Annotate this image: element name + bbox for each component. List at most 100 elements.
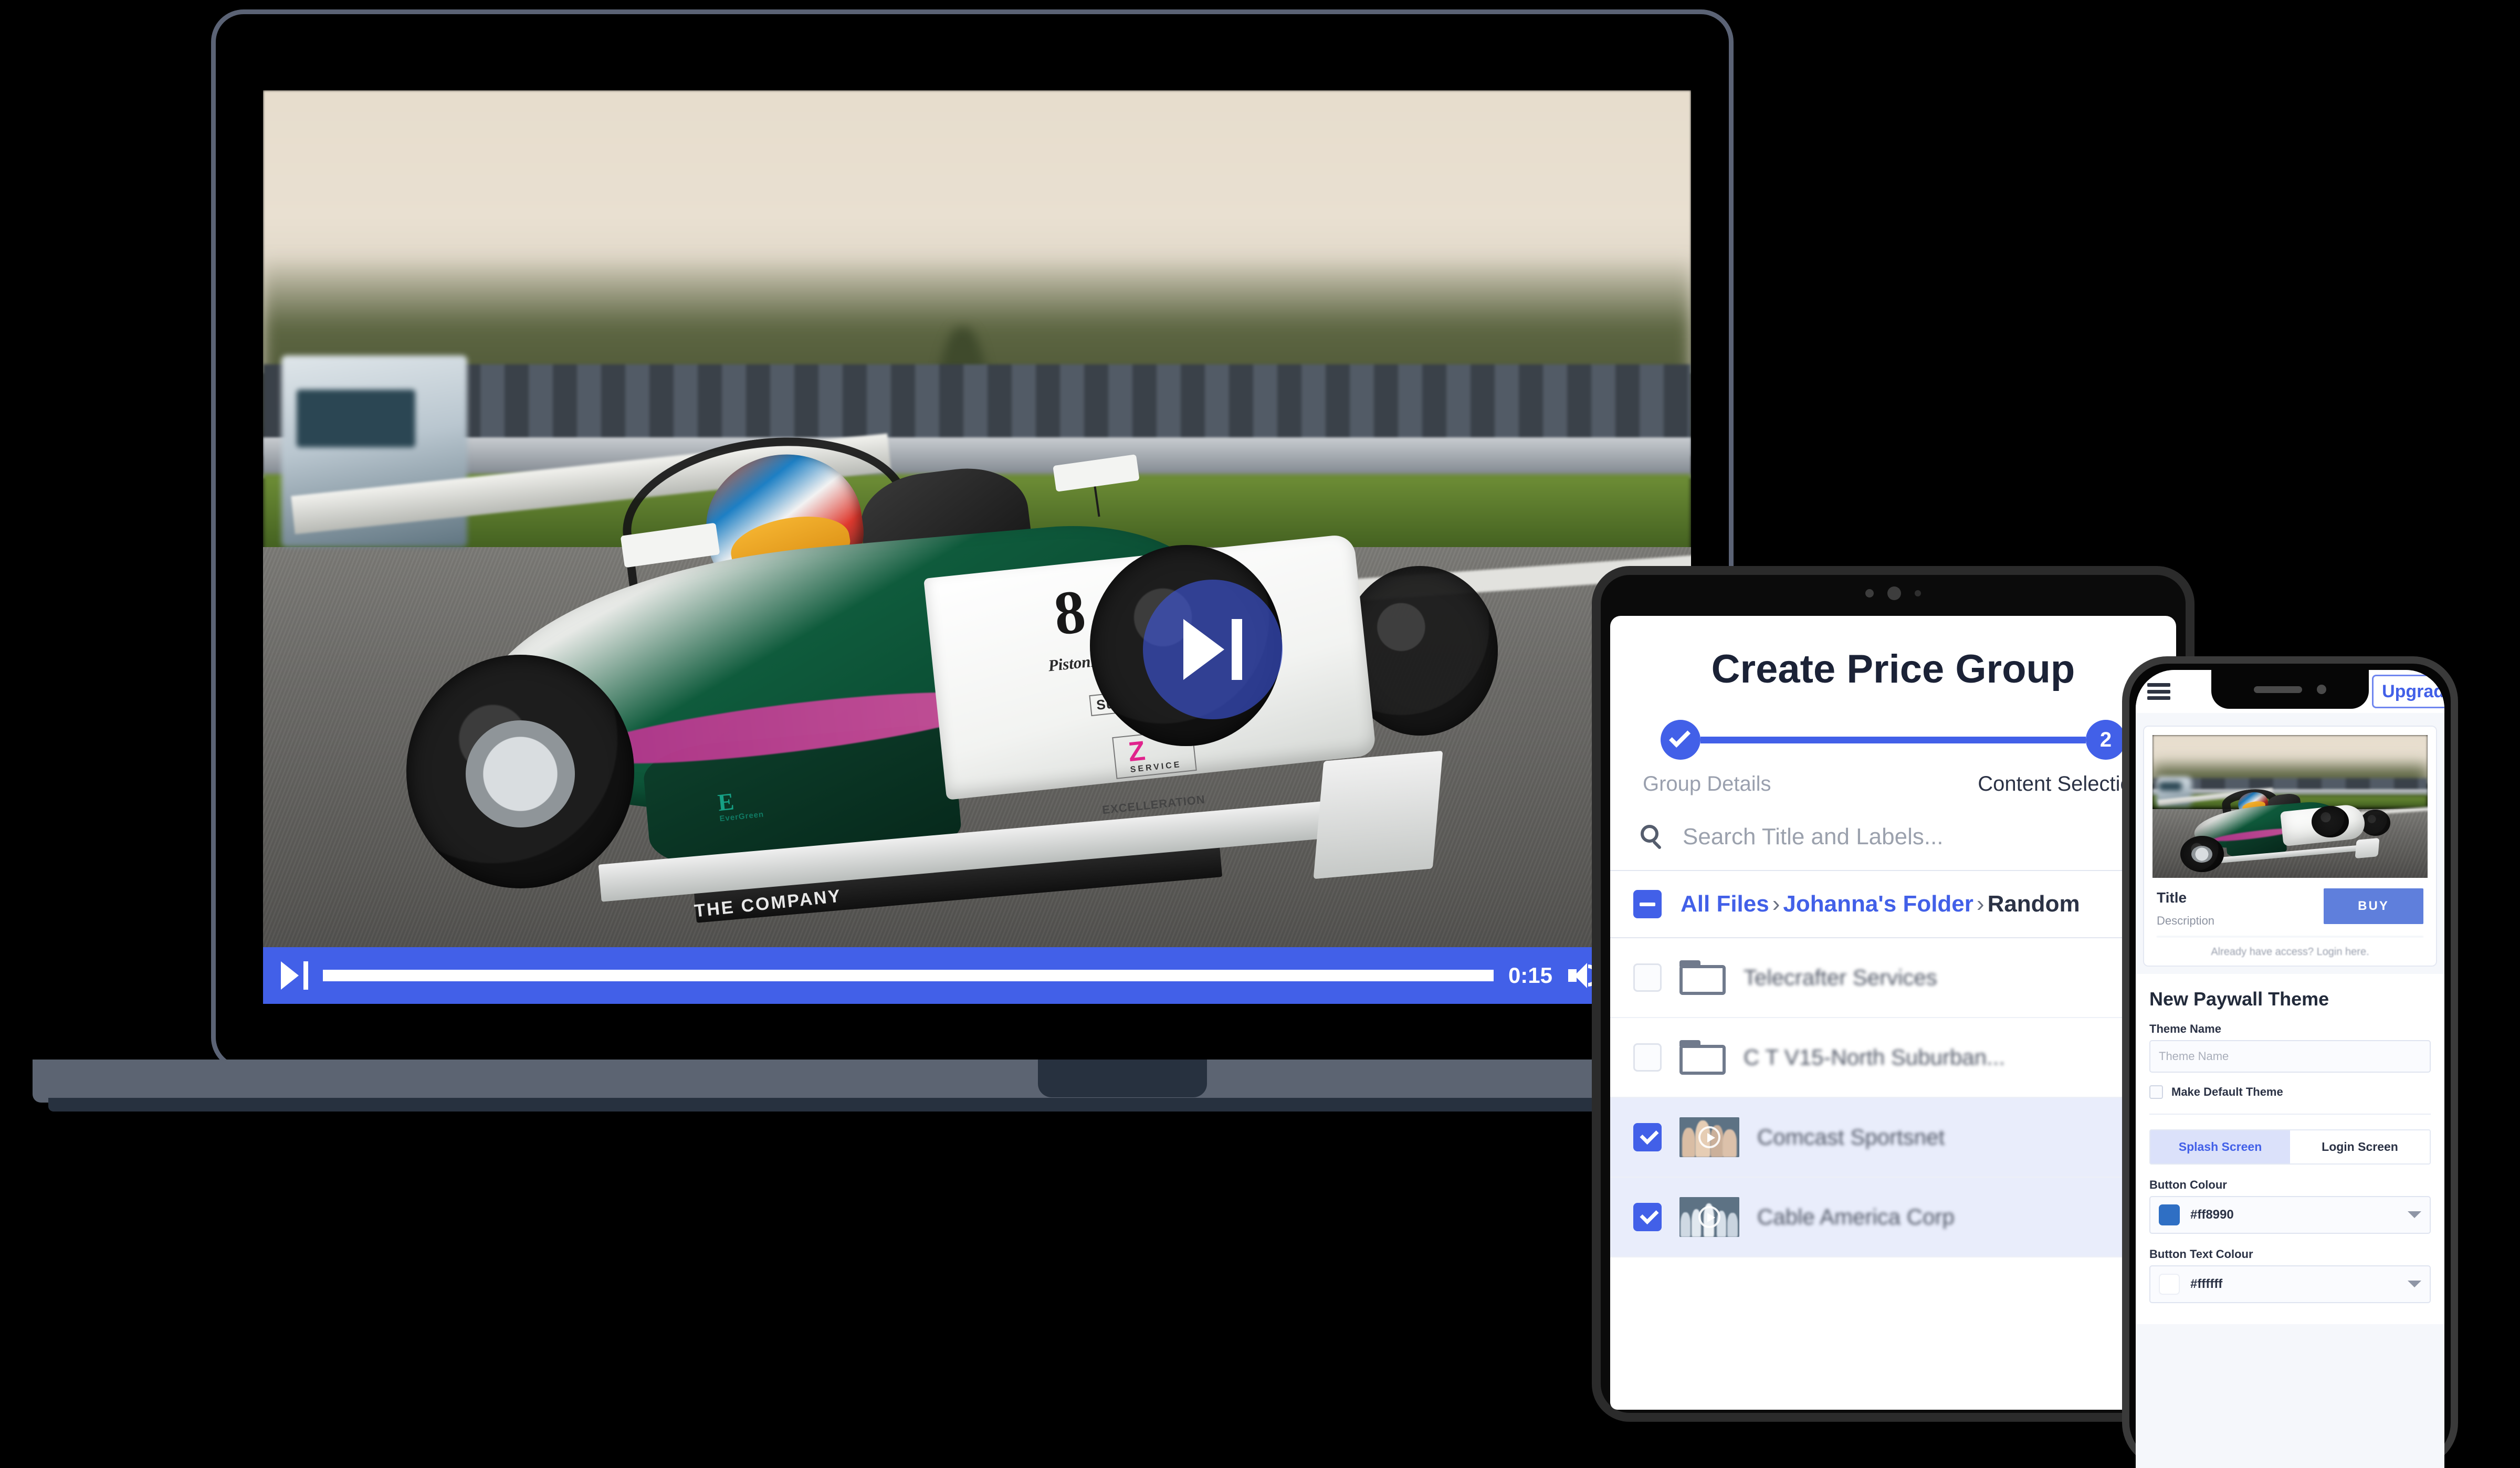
player-play-button[interactable] <box>281 961 308 990</box>
make-default-theme-row[interactable]: Make Default Theme <box>2149 1085 2431 1099</box>
file-name: C T V15-North Suburban... <box>1744 1045 2006 1069</box>
search-bar[interactable]: Search Title and Labels... <box>1610 794 2176 870</box>
step-2-label: Content Selection <box>1978 772 2144 795</box>
race-car: 8 PistonRingsGroup Sumptuous Z SERVICE E… <box>334 422 1534 958</box>
stepper-labels: Group Details Content Selection <box>1610 760 2176 794</box>
car-number: 8 <box>1051 576 1089 649</box>
sponsor-evergreen-logo: E <box>716 788 736 816</box>
button-text-colour-value: #ffffff <box>2190 1276 2223 1291</box>
table-row[interactable]: Comcast Sportsnet <box>1610 1098 2176 1178</box>
tablet-camera-cluster <box>1865 586 1921 600</box>
screen-type-tabs: Splash Screen Login Screen <box>2149 1129 2431 1165</box>
sensor-icon <box>1865 589 1874 597</box>
hamburger-menu-icon[interactable] <box>2147 683 2170 700</box>
phone-device: Upgrade <box>2122 656 2458 1468</box>
wizard-stepper: 2 <box>1610 720 2176 760</box>
tab-splash-screen[interactable]: Splash Screen <box>2150 1130 2290 1163</box>
laptop-screen: 8 PistonRingsGroup Sumptuous Z SERVICE E… <box>263 90 1691 1004</box>
make-default-checkbox[interactable] <box>2149 1085 2163 1099</box>
skip-next-icon <box>1183 619 1242 680</box>
stepper-connector <box>1700 736 2086 743</box>
button-text-colour-select[interactable]: #ffffff <box>2149 1265 2431 1303</box>
search-icon <box>1641 825 1665 850</box>
front-camera-icon <box>2317 685 2326 694</box>
race-car <box>2166 786 2397 873</box>
theme-name-input[interactable]: Theme Name <box>2149 1040 2431 1073</box>
button-colour-select[interactable]: #ff8990 <box>2149 1196 2431 1234</box>
paywall-preview-card: Title Description BUY Already have acces… <box>2143 726 2437 967</box>
colour-swatch <box>2159 1204 2180 1225</box>
table-row[interactable]: Cable America Corp <box>1610 1178 2176 1257</box>
row-checkbox[interactable] <box>1633 1043 1662 1072</box>
file-name: Comcast Sportsnet <box>1757 1125 1945 1149</box>
table-row[interactable]: C T V15-North Suburban... <box>1610 1018 2176 1098</box>
button-colour-value: #ff8990 <box>2190 1207 2234 1222</box>
button-text-colour-label: Button Text Colour <box>2149 1247 2253 1261</box>
theme-name-label: Theme Name <box>2149 1022 2221 1035</box>
video-progress-bar[interactable] <box>323 970 1494 981</box>
tablet-device: Create Price Group 2 Group Details Conte… <box>1592 566 2198 1422</box>
folder-icon <box>1679 960 1726 995</box>
skip-next-icon <box>281 961 308 990</box>
button-colour-label: Button Colour <box>2149 1178 2227 1191</box>
upgrade-button[interactable]: Upgrade <box>2372 675 2444 708</box>
camera-icon <box>1887 586 1901 600</box>
sponsor-evergreen: E EverGreen <box>717 787 764 823</box>
earpiece-speaker <box>2254 686 2302 693</box>
step-1-label: Group Details <box>1643 772 1771 795</box>
play-icon <box>1698 1206 1720 1228</box>
form-heading: New Paywall Theme <box>2149 988 2329 1010</box>
breadcrumb: All Files › Johanna's Folder › Random <box>1681 893 2080 916</box>
paywall-login-prompt[interactable]: Already have access? Login here. <box>2157 936 2423 957</box>
make-default-label: Make Default Theme <box>2171 1085 2283 1098</box>
breadcrumb-row: All Files › Johanna's Folder › Random <box>1610 870 2176 938</box>
video-play-overlay-button[interactable] <box>1143 580 1283 719</box>
breadcrumb-separator: › <box>1976 891 1984 917</box>
row-checkbox[interactable] <box>1633 1123 1662 1151</box>
file-name: Telecrafter Services <box>1744 965 1937 990</box>
video-player-controls: 0:15 <box>263 947 1691 1004</box>
laptop-base-notch <box>1038 1060 1207 1097</box>
video-progress-fill <box>323 970 1494 981</box>
video-frame-image <box>2152 735 2428 878</box>
promo-device-mockup: 8 PistonRingsGroup Sumptuous Z SERVICE E… <box>0 0 2520 1468</box>
phone-app-body: Title Description BUY Already have acces… <box>2136 713 2444 1468</box>
check-icon <box>1669 726 1691 748</box>
paywall-preview-image <box>2152 735 2428 878</box>
select-all-checkbox[interactable] <box>1633 890 1662 918</box>
row-checkbox[interactable] <box>1633 963 1662 992</box>
breadcrumb-separator: › <box>1772 891 1780 917</box>
new-paywall-theme-form: New Paywall Theme Theme Name Theme Name … <box>2136 973 2444 1324</box>
mirror <box>1053 454 1140 492</box>
chevron-down-icon[interactable] <box>2408 1211 2421 1219</box>
video-thumbnail <box>1679 1197 1739 1237</box>
phone-screen: Upgrade <box>2136 670 2444 1468</box>
page-title: Create Price Group <box>1711 647 2075 691</box>
tablet-screen: Create Price Group 2 Group Details Conte… <box>1610 616 2176 1410</box>
step-2-active[interactable]: 2 <box>2086 720 2126 760</box>
wing-endplate <box>1313 751 1443 879</box>
chevron-down-icon[interactable] <box>2408 1281 2421 1288</box>
row-checkbox[interactable] <box>1633 1203 1662 1231</box>
paywall-description: Description <box>2157 914 2215 928</box>
tab-login-screen[interactable]: Login Screen <box>2290 1130 2430 1163</box>
laptop-device: 8 PistonRingsGroup Sumptuous Z SERVICE E… <box>33 9 1913 1112</box>
buy-button[interactable]: BUY <box>2324 888 2423 924</box>
step-1-complete[interactable] <box>1661 720 1700 760</box>
paywall-text-block: Title Description <box>2157 888 2214 929</box>
table-row[interactable]: Telecrafter Services <box>1610 938 2176 1018</box>
front-left-wheel <box>406 655 635 888</box>
search-input-placeholder[interactable]: Search Title and Labels... <box>1683 825 1944 848</box>
phone-notch <box>2211 670 2369 709</box>
sensor-icon <box>1915 590 1921 596</box>
folder-icon <box>1679 1040 1726 1075</box>
colour-swatch <box>2159 1273 2180 1295</box>
video-frame-image: 8 PistonRingsGroup Sumptuous Z SERVICE E… <box>263 90 1691 1004</box>
breadcrumb-johannas-folder[interactable]: Johanna's Folder <box>1783 891 1973 917</box>
form-divider <box>2149 1113 2431 1115</box>
laptop-lid: 8 PistonRingsGroup Sumptuous Z SERVICE E… <box>211 9 1734 1070</box>
play-icon <box>1698 1126 1720 1148</box>
breadcrumb-all-files[interactable]: All Files <box>1681 891 1769 917</box>
breadcrumb-current: Random <box>1987 891 2080 917</box>
paywall-meta: Title Description BUY <box>2152 878 2428 933</box>
